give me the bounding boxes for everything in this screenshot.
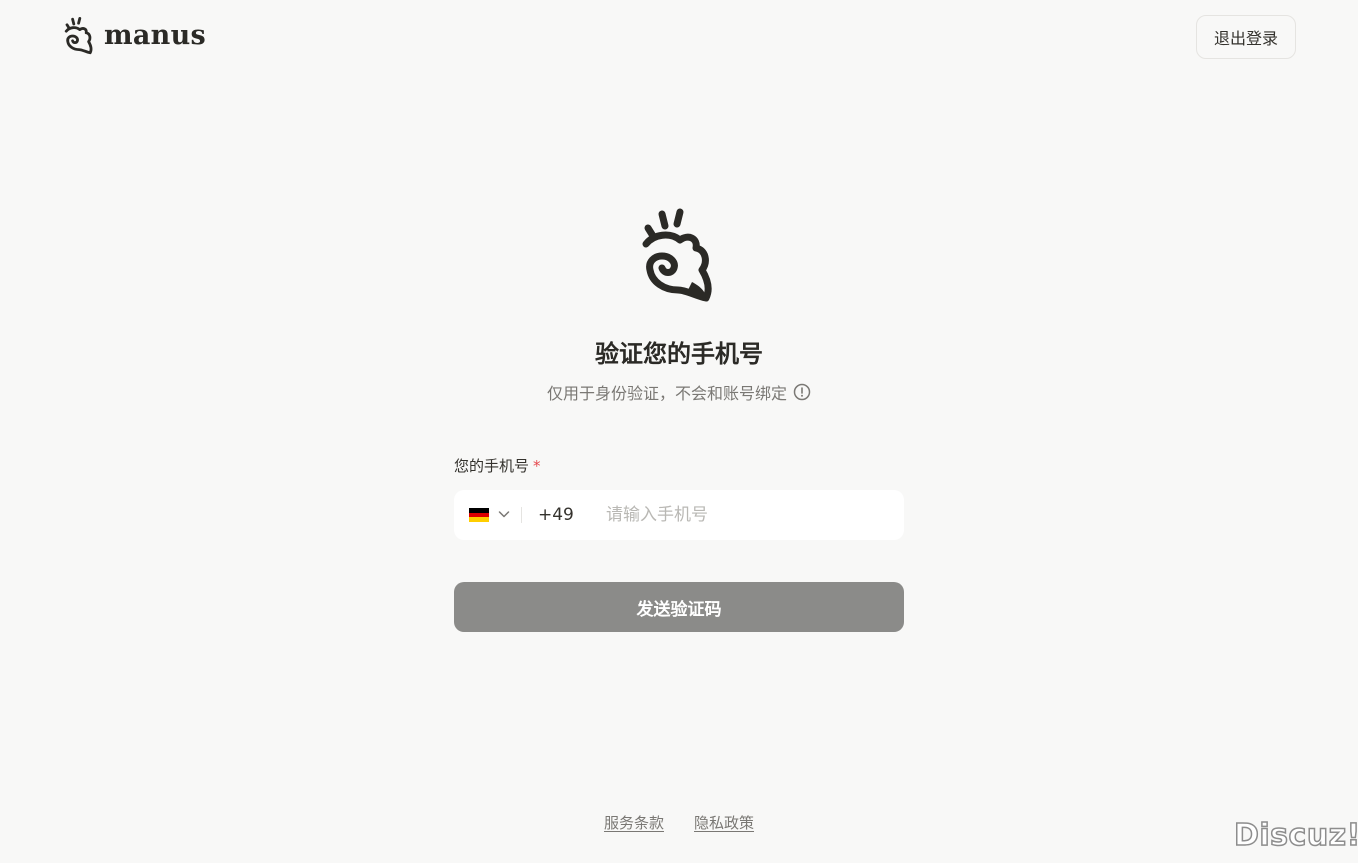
manus-hand-logo-icon <box>636 206 720 306</box>
terms-link[interactable]: 服务条款 <box>604 812 664 833</box>
germany-flag-icon <box>469 508 489 523</box>
required-mark: * <box>533 457 541 475</box>
dial-code: +49 <box>538 505 574 525</box>
page-subtitle: 仅用于身份验证，不会和账号绑定 <box>0 380 1358 404</box>
divider <box>521 507 522 523</box>
footer-links: 服务条款 隐私政策 <box>0 812 1358 833</box>
logout-button[interactable]: 退出登录 <box>1196 15 1296 59</box>
phone-number-input[interactable] <box>604 504 878 526</box>
privacy-link[interactable]: 隐私政策 <box>694 812 754 833</box>
phone-field-label: 您的手机号 * <box>454 455 541 476</box>
manus-hand-logo-icon <box>62 16 96 56</box>
brand-name: manus <box>104 19 207 51</box>
phone-input-group: +49 <box>454 490 904 540</box>
watermark-logo: Discuz! <box>1233 817 1358 854</box>
subtitle-text: 仅用于身份验证，不会和账号绑定 <box>546 384 787 403</box>
send-code-button[interactable]: 发送验证码 <box>454 582 904 632</box>
country-select[interactable] <box>454 490 521 540</box>
top-bar: manus 退出登录 <box>0 0 1358 78</box>
phone-label-text: 您的手机号 <box>454 457 530 475</box>
info-circle-icon[interactable] <box>793 383 811 401</box>
page-title: 验证您的手机号 <box>595 340 763 368</box>
chevron-down-icon <box>497 506 511 525</box>
brand[interactable]: manus <box>62 16 206 56</box>
